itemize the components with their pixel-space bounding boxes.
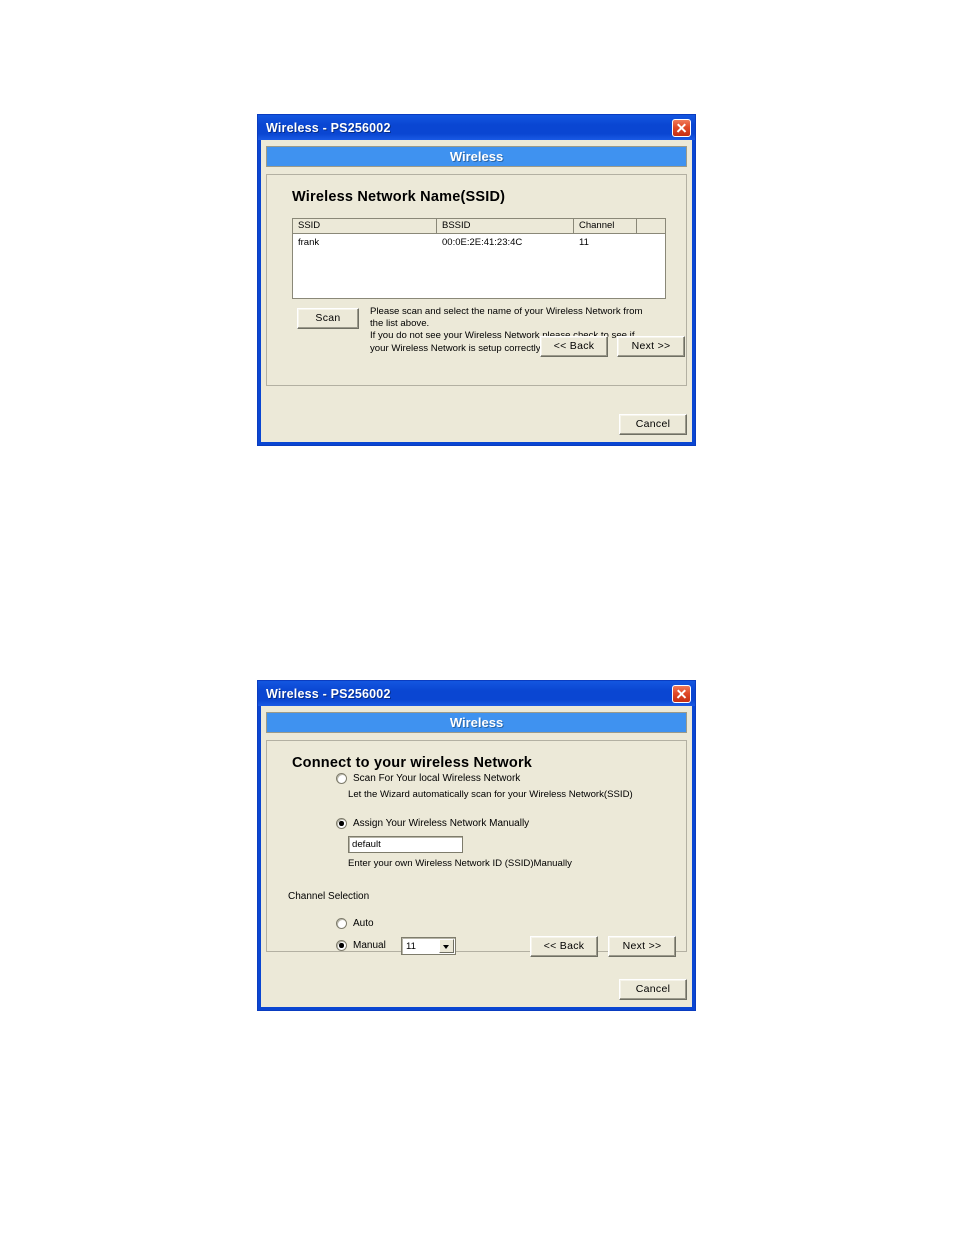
radio-icon-scan[interactable]	[336, 773, 347, 784]
radio-icon-auto[interactable]	[336, 918, 347, 929]
chevron-down-icon[interactable]	[439, 939, 454, 953]
radio-channel-manual-label: Manual	[353, 940, 386, 951]
cancel-row: Cancel	[619, 979, 687, 1000]
connect-groupbox: Connect to your wireless Network	[266, 740, 687, 952]
radio-assign-manually[interactable]: Assign Your Wireless Network Manually	[336, 818, 529, 829]
cancel-button[interactable]: Cancel	[619, 414, 687, 435]
column-header-bssid: BSSID	[437, 219, 574, 233]
channel-selection-label: Channel Selection	[288, 891, 370, 902]
radio-channel-auto-label: Auto	[353, 918, 374, 929]
column-header-extra	[637, 219, 665, 233]
window-title: Wireless - PS256002	[266, 686, 391, 701]
dialog-client-area: Wireless Wireless Network Name(SSID) SSI…	[261, 140, 692, 442]
scan-option-note: Let the Wizard automatically scan for yo…	[348, 789, 633, 800]
scan-instructions-line-1: Please scan and select the name of your …	[370, 306, 643, 317]
ssid-note: Enter your own Wireless Network ID (SSID…	[348, 858, 572, 869]
back-button[interactable]: << Back	[530, 936, 598, 957]
radio-scan-network[interactable]: Scan For Your local Wireless Network	[336, 773, 520, 784]
section-title: Connect to your wireless Network	[292, 755, 533, 771]
back-button[interactable]: << Back	[540, 336, 608, 357]
radio-channel-manual[interactable]: Manual	[336, 940, 386, 951]
next-button[interactable]: Next >>	[608, 936, 676, 957]
radio-icon-manual[interactable]	[336, 818, 347, 829]
window-title: Wireless - PS256002	[266, 120, 391, 135]
ssid-input[interactable]	[348, 836, 463, 853]
radio-assign-manually-label: Assign Your Wireless Network Manually	[353, 818, 530, 829]
column-header-channel: Channel	[574, 219, 637, 233]
scan-button[interactable]: Scan	[297, 308, 359, 329]
wireless-dialog-scan: Wireless - PS256002 Wireless Wireless Ne…	[257, 114, 696, 446]
dialog-client-area: Wireless Connect to your wireless Networ…	[261, 706, 692, 1007]
next-button[interactable]: Next >>	[617, 336, 685, 357]
network-list-header: SSID BSSID Channel	[293, 219, 665, 234]
radio-icon-channel-manual[interactable]	[336, 940, 347, 951]
close-icon[interactable]	[672, 684, 691, 703]
close-icon[interactable]	[672, 118, 691, 137]
cell-extra	[637, 234, 665, 252]
wireless-banner: Wireless	[266, 146, 687, 167]
scan-instructions-line-2: the list above.	[370, 318, 430, 330]
wireless-dialog-connect: Wireless - PS256002 Wireless Connect to …	[257, 680, 696, 1011]
banner-title: Wireless	[449, 715, 504, 730]
section-title: Wireless Network Name(SSID)	[292, 189, 506, 205]
network-list[interactable]: SSID BSSID Channel frank 00:0E:2E:41:23:…	[292, 218, 666, 299]
cell-ssid: frank	[298, 237, 320, 248]
titlebar[interactable]: Wireless - PS256002	[258, 115, 695, 140]
cell-bssid: 00:0E:2E:41:23:4C	[442, 237, 523, 248]
banner-title: Wireless	[449, 149, 504, 164]
cancel-button[interactable]: Cancel	[619, 979, 687, 1000]
cell-channel: 11	[579, 237, 589, 248]
radio-channel-auto[interactable]: Auto	[336, 918, 374, 929]
table-row[interactable]: frank 00:0E:2E:41:23:4C 11	[293, 234, 665, 252]
radio-scan-network-label: Scan For Your local Wireless Network	[353, 773, 521, 784]
wireless-banner: Wireless	[266, 712, 687, 733]
ssid-groupbox: Wireless Network Name(SSID) SSID BSSID C…	[266, 174, 687, 386]
titlebar[interactable]: Wireless - PS256002	[258, 681, 695, 706]
channel-select[interactable]: 11	[401, 937, 456, 955]
column-header-ssid: SSID	[293, 219, 437, 233]
channel-select-value: 11	[406, 940, 416, 952]
cancel-row: Cancel	[619, 414, 687, 435]
